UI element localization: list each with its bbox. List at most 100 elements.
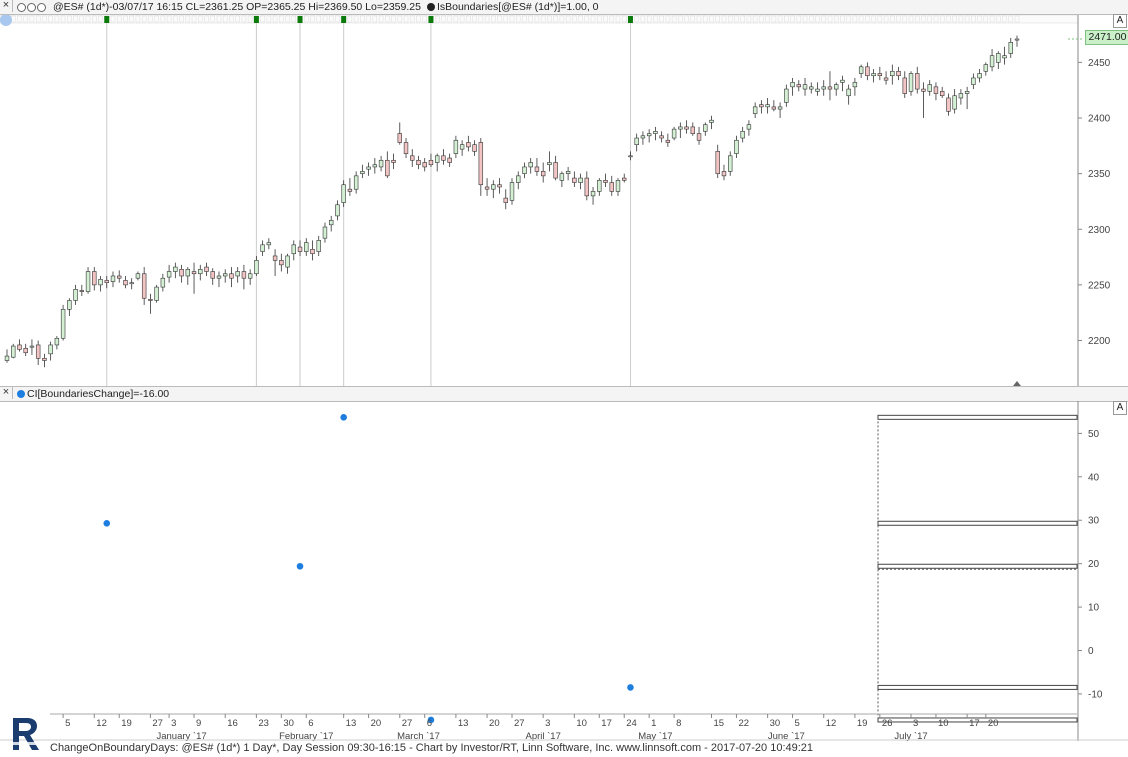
candle-body <box>135 273 141 279</box>
time-axis-day-label: 20 <box>371 718 382 729</box>
boundary-marker <box>428 16 434 23</box>
indicator-point <box>627 684 634 691</box>
candle-body <box>4 355 10 361</box>
candle-body <box>472 144 477 152</box>
candle-body <box>148 299 153 301</box>
candle-body <box>939 91 945 97</box>
candle-body <box>491 184 496 190</box>
chart-footer: ChangeOnBoundaryDays: @ES# (1d*) 1 Day*,… <box>50 742 814 754</box>
candle-body <box>933 86 939 94</box>
time-axis-day-label: 6 <box>308 718 313 729</box>
candle-body <box>428 159 434 166</box>
time-axis-day-label: 10 <box>576 718 587 729</box>
candle-body <box>690 126 696 134</box>
candle-body <box>534 166 540 172</box>
circle-icon <box>17 2 26 12</box>
time-axis-day-label: 9 <box>196 718 201 729</box>
candle-body <box>310 248 315 255</box>
candle-body <box>696 133 702 141</box>
indicator-panel-close-button[interactable]: × <box>0 387 13 399</box>
candle-body <box>35 344 41 359</box>
candle-body <box>48 344 53 355</box>
candle-body <box>709 119 714 123</box>
level-line <box>877 684 1078 690</box>
candle-body <box>996 53 1001 63</box>
candle-body <box>17 344 22 350</box>
candle-body <box>634 137 639 145</box>
indicator-panel-header: × CI[BoundariesChange]=-16.00 <box>0 386 1128 402</box>
candle-body <box>809 86 814 90</box>
candle-body <box>466 142 471 148</box>
indicator-axis-tick-label: 0 <box>1088 646 1094 657</box>
candle-body <box>385 159 390 177</box>
price-chart[interactable]: 2200 2250 2300 2350 2400 2450 <box>0 15 1128 386</box>
candle-body <box>678 126 683 130</box>
time-axis-day-label: 27 <box>402 718 413 729</box>
boundary-marker <box>341 16 347 23</box>
candle-body <box>191 271 197 275</box>
indicator-chart[interactable]: -10010203040505 12 19 27 3 9 16 23 30 6 13 20 27 6 13 2… <box>0 401 1128 741</box>
candle-body <box>622 177 627 181</box>
boundary-marker <box>253 16 259 23</box>
candle-body <box>67 300 72 310</box>
candle-body <box>921 88 926 92</box>
cursor-icon <box>0 15 12 26</box>
candle-body <box>297 246 303 252</box>
time-axis-day-label: 15 <box>714 718 725 729</box>
time-axis-day-label: 27 <box>152 718 163 729</box>
candle-body <box>771 106 777 110</box>
candle-body <box>565 171 571 174</box>
candle-body <box>416 159 421 166</box>
candle-body <box>516 175 521 183</box>
candle-body <box>522 166 527 174</box>
price-axis-tick-label: 2200 <box>1088 336 1111 347</box>
candle-body <box>865 66 870 77</box>
candle-body <box>784 88 789 103</box>
candle-body <box>173 266 178 272</box>
price-axis-tick-label: 2400 <box>1088 114 1111 125</box>
level-line <box>877 520 1078 526</box>
candle-body <box>447 157 452 163</box>
candle-body <box>235 271 240 277</box>
candle-body <box>198 269 203 275</box>
price-axis-tick-label: 2250 <box>1088 280 1111 291</box>
time-axis-day-label: 30 <box>770 718 781 729</box>
indicator-axis-tick-label: 10 <box>1088 603 1100 614</box>
candle-body <box>372 164 378 168</box>
candle-body <box>478 142 484 186</box>
price-panel-close-button[interactable]: × <box>0 0 13 12</box>
candle-body <box>840 79 845 83</box>
candle-body <box>977 73 982 79</box>
candle-body <box>908 73 914 92</box>
time-axis-day-label: 22 <box>738 718 749 729</box>
indicator-point <box>103 519 111 527</box>
candle-body <box>347 188 353 192</box>
candle-body <box>160 277 166 288</box>
candle-body <box>166 271 172 278</box>
time-axis-day-label: 23 <box>258 718 269 729</box>
candle-body <box>877 73 883 77</box>
candle-body <box>54 337 60 346</box>
time-axis-day-label: 30 <box>283 718 294 729</box>
candle-body <box>883 77 889 81</box>
linn-software-logo <box>8 716 44 752</box>
candle-body <box>285 255 290 268</box>
candle-body <box>553 162 558 179</box>
price-autoscale-button[interactable]: A <box>1113 14 1127 28</box>
candle-body <box>110 275 116 282</box>
time-axis-day-label: 20 <box>988 718 999 729</box>
candle-body <box>653 131 658 134</box>
candle-body <box>1002 55 1007 59</box>
candle-body <box>328 220 334 226</box>
candle-body <box>746 124 752 130</box>
candle-body <box>216 275 222 279</box>
time-axis-day-label: 16 <box>227 718 238 729</box>
candle-body <box>547 162 552 166</box>
time-axis-day-label: 17 <box>601 718 612 729</box>
indicator-label: CI[BoundariesChange]=-16.00 <box>27 388 170 400</box>
candle-body <box>254 260 259 275</box>
candle-body <box>141 273 147 299</box>
candle-body <box>129 282 134 285</box>
candle-body <box>728 155 733 172</box>
price-axis-tick-label: 2450 <box>1088 58 1111 69</box>
